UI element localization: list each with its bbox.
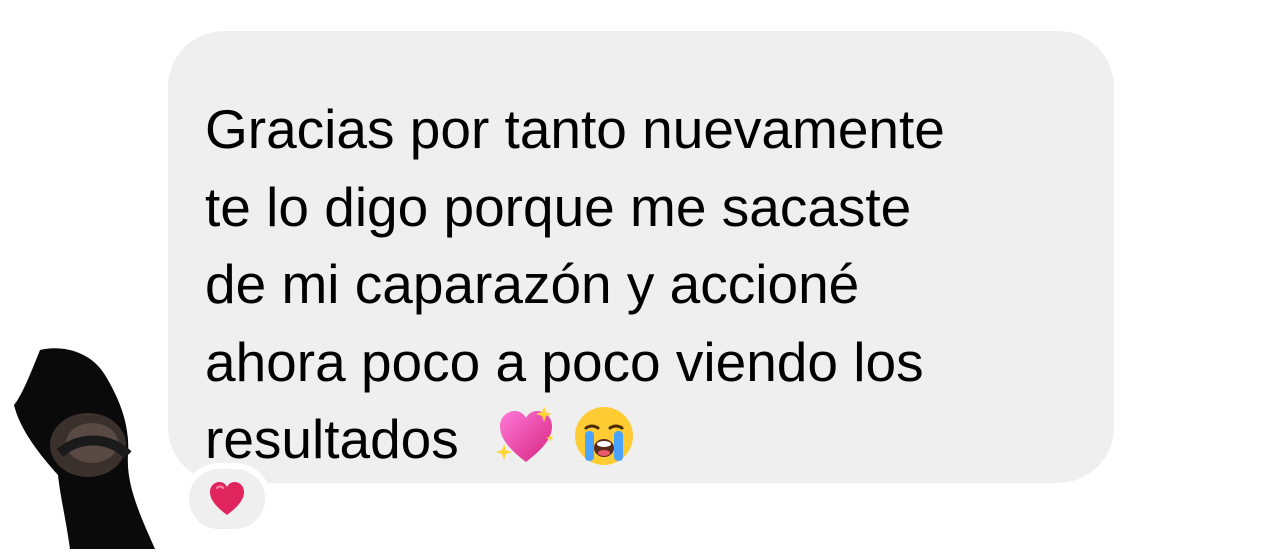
loudly-crying-face-icon xyxy=(575,407,634,465)
reaction-badge[interactable] xyxy=(183,463,271,535)
message-line-text: resultados xyxy=(205,408,459,470)
emoji-group xyxy=(494,404,636,468)
message-last-line: resultados xyxy=(205,401,1074,479)
message-line: Gracias por tanto nuevamente xyxy=(205,98,945,160)
red-heart-icon xyxy=(210,482,244,515)
sender-avatar[interactable] xyxy=(0,345,170,549)
message-bubble[interactable]: Gracias por tanto nuevamente te lo digo … xyxy=(168,31,1114,483)
message-line: de mi caparazón y accioné xyxy=(205,253,860,315)
message-line: ahora poco a poco viendo los xyxy=(205,330,924,393)
sparkling-heart-icon xyxy=(496,406,555,462)
message-line: te lo digo porque me sacaste xyxy=(205,175,912,238)
avatar-image xyxy=(14,348,155,549)
